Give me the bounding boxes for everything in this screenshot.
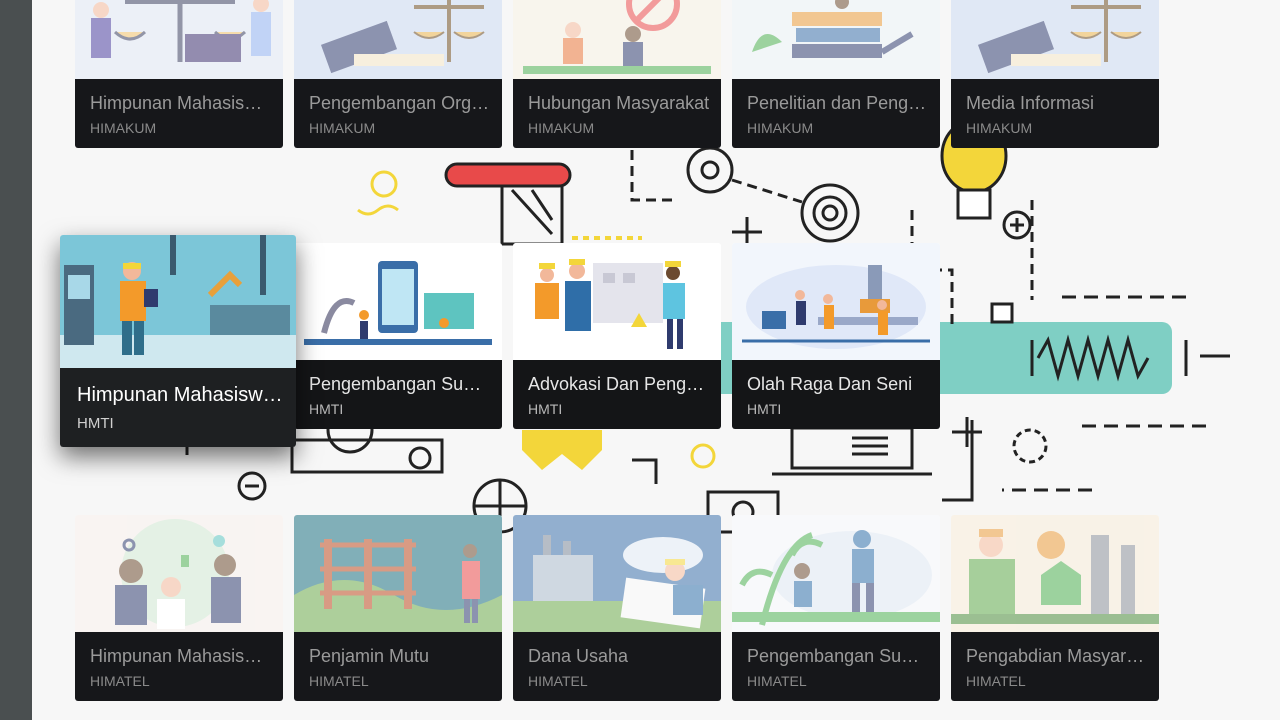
card-title: Media Informasi <box>966 93 1095 113</box>
card-meta: Dana Usaha HIMATEL <box>513 632 721 701</box>
card-meta: Penjamin Mutu HIMATEL <box>294 632 502 701</box>
card-thumbnail <box>75 515 283 632</box>
card-meta: Pengembangan Organi... HIMAKUM <box>294 79 502 148</box>
card-org: HMTI <box>309 401 344 417</box>
card-org: HIMAKUM <box>528 120 595 136</box>
card-thumbnail <box>951 0 1159 79</box>
card-row3-1[interactable]: Himpunan Mahasiswa ... HIMATEL <box>75 515 283 701</box>
card-org: HIMATEL <box>747 673 807 689</box>
card-row1-4[interactable]: Penelitian dan Penge... HIMAKUM <box>732 0 940 148</box>
card-thumbnail <box>732 0 940 79</box>
card-row2-4[interactable]: Olah Raga Dan Seni HMTI <box>732 243 940 429</box>
card-meta: Pengembangan Sumb... HMTI <box>294 360 502 429</box>
card-row1-2[interactable]: Pengembangan Organi... HIMAKUM <box>294 0 502 148</box>
card-meta: Himpunan Mahasiswa ... HMTI <box>60 368 296 447</box>
stage: Himpunan Mahasiswa ... HIMAKUM Pengemban… <box>32 0 1280 720</box>
card-row1-3[interactable]: Hubungan Masyarakat HIMAKUM <box>513 0 721 148</box>
card-thumbnail <box>294 515 502 632</box>
card-meta: Penelitian dan Penge... HIMAKUM <box>732 79 940 148</box>
card-row3-5[interactable]: Pengabdian Masyarak... HIMATEL <box>951 515 1159 701</box>
card-title: Penjamin Mutu <box>309 646 430 666</box>
card-title: Penelitian dan Penge... <box>747 93 929 113</box>
left-rail <box>0 0 32 720</box>
card-org: HIMAKUM <box>90 120 157 136</box>
card-thumbnail <box>75 0 283 79</box>
card-meta: Himpunan Mahasiswa ... HIMATEL <box>75 632 283 701</box>
card-title: Pengembangan Sumb... <box>747 646 929 666</box>
card-org: HIMAKUM <box>747 120 814 136</box>
card-org: HIMATEL <box>528 673 588 689</box>
card-org: HIMATEL <box>309 673 369 689</box>
card-thumbnail <box>513 0 721 79</box>
card-org: HIMATEL <box>90 673 150 689</box>
card-title: Dana Usaha <box>528 646 629 666</box>
card-org: HMTI <box>528 401 563 417</box>
card-title: Himpunan Mahasiswa ... <box>77 384 283 406</box>
card-row3-2[interactable]: Penjamin Mutu HIMATEL <box>294 515 502 701</box>
card-title: Olah Raga Dan Seni <box>747 374 913 394</box>
card-row3-3[interactable]: Dana Usaha HIMATEL <box>513 515 721 701</box>
card-title: Pengembangan Organi... <box>309 93 491 113</box>
card-thumbnail <box>513 243 721 360</box>
card-title: Himpunan Mahasiswa ... <box>90 93 272 113</box>
card-title: Pengembangan Sumb... <box>309 374 491 394</box>
card-title: Pengabdian Masyarak... <box>966 646 1148 666</box>
card-thumbnail <box>951 515 1159 632</box>
card-title: Himpunan Mahasiswa ... <box>90 646 272 666</box>
card-org: HMTI <box>747 401 782 417</box>
card-row2-1-focused[interactable]: Himpunan Mahasiswa ... HMTI <box>60 235 296 447</box>
card-meta: Hubungan Masyarakat HIMAKUM <box>513 79 721 148</box>
card-row2-2[interactable]: Pengembangan Sumb... HMTI <box>294 243 502 429</box>
card-org: HIMATEL <box>966 673 1026 689</box>
card-row1-5[interactable]: Media Informasi HIMAKUM <box>951 0 1159 148</box>
card-thumbnail <box>294 0 502 79</box>
card-thumbnail <box>732 515 940 632</box>
card-thumbnail <box>732 243 940 360</box>
card-thumbnail <box>60 235 296 368</box>
card-row3-4[interactable]: Pengembangan Sumb... HIMATEL <box>732 515 940 701</box>
card-row2-3[interactable]: Advokasi Dan Pengab... HMTI <box>513 243 721 429</box>
card-org: HIMAKUM <box>309 120 376 136</box>
card-thumbnail <box>294 243 502 360</box>
card-org: HIMAKUM <box>966 120 1033 136</box>
card-thumbnail <box>513 515 721 632</box>
card-meta: Media Informasi HIMAKUM <box>951 79 1159 148</box>
card-meta: Pengembangan Sumb... HIMATEL <box>732 632 940 701</box>
card-title: Advokasi Dan Pengab... <box>528 374 710 394</box>
card-meta: Himpunan Mahasiswa ... HIMAKUM <box>75 79 283 148</box>
card-meta: Olah Raga Dan Seni HMTI <box>732 360 940 429</box>
card-meta: Advokasi Dan Pengab... HMTI <box>513 360 721 429</box>
card-row1-1[interactable]: Himpunan Mahasiswa ... HIMAKUM <box>75 0 283 148</box>
card-meta: Pengabdian Masyarak... HIMATEL <box>951 632 1159 701</box>
card-title: Hubungan Masyarakat <box>528 93 710 113</box>
card-org: HMTI <box>77 415 114 432</box>
